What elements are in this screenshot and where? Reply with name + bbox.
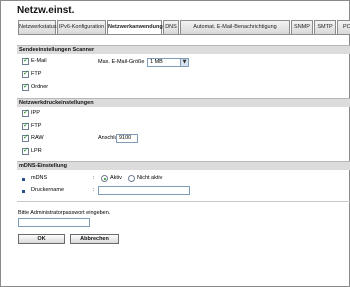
printer-name-input[interactable] bbox=[98, 186, 190, 195]
section-network-print-settings: Netzwerkdruckeinstellungen bbox=[17, 98, 350, 107]
max-email-size-label: Max. E-Mail-Größe bbox=[98, 59, 145, 65]
ok-button[interactable]: OK bbox=[18, 234, 65, 244]
print-ftp-label: FTP bbox=[31, 123, 42, 129]
mdns-label: mDNS bbox=[31, 175, 48, 181]
ipp-checkbox[interactable] bbox=[22, 108, 29, 117]
folder-checkbox[interactable] bbox=[22, 82, 29, 91]
admin-password-prompt: Bitte Administratorpasswort eingeben. bbox=[18, 210, 111, 216]
section-scanner-send-settings: Sendeeinstellungen Scanner bbox=[17, 45, 350, 54]
scan-ftp-checkbox[interactable] bbox=[22, 69, 29, 78]
max-email-size-value: 1 MB bbox=[150, 59, 163, 65]
tab-network-application[interactable]: Netzwerkanwendung bbox=[107, 20, 163, 35]
ipp-label: IPP bbox=[31, 110, 40, 116]
tab-network-status[interactable]: Netzwerkstatus bbox=[18, 20, 57, 34]
tab-smtp[interactable]: SMTP bbox=[314, 20, 336, 34]
raw-checkbox[interactable] bbox=[22, 133, 29, 142]
printer-name-separator: : bbox=[93, 187, 95, 193]
page-title: Netzw.einst. bbox=[17, 5, 75, 16]
mdns-separator: : bbox=[93, 175, 95, 181]
tab-underline bbox=[18, 34, 350, 35]
raw-label: RAW bbox=[31, 135, 44, 141]
cancel-button[interactable]: Abbrechen bbox=[70, 234, 119, 244]
tab-auto-email-notification[interactable]: Automat. E-Mail-Benachrichtigung bbox=[180, 20, 290, 34]
section-divider bbox=[17, 201, 350, 202]
section-mdns-settings: mDNS-Einstellung bbox=[17, 161, 350, 170]
mdns-inactive-radio[interactable] bbox=[128, 175, 135, 182]
port-input[interactable]: 9100 bbox=[116, 134, 138, 143]
mdns-bullet bbox=[22, 178, 25, 181]
settings-window: Netzw.einst. Netzwerkstatus IPv6-Konfigu… bbox=[0, 0, 350, 287]
mdns-inactive-label: Nicht aktiv bbox=[137, 175, 163, 181]
chevron-down-icon: ▼ bbox=[180, 59, 188, 66]
mdns-active-label: Aktiv bbox=[110, 175, 122, 181]
tab-snmp[interactable]: SNMP bbox=[291, 20, 313, 34]
email-label: E-Mail bbox=[31, 58, 47, 64]
tab-dns[interactable]: DNS bbox=[163, 20, 179, 34]
tab-ipv6-configuration[interactable]: IPv6-Konfiguration bbox=[57, 20, 106, 34]
print-ftp-checkbox[interactable] bbox=[22, 121, 29, 130]
lpr-label: LPR bbox=[31, 148, 42, 154]
printer-name-bullet bbox=[22, 190, 25, 193]
printer-name-label: Druckername bbox=[31, 187, 65, 193]
mdns-active-radio[interactable] bbox=[101, 175, 108, 182]
lpr-checkbox[interactable] bbox=[22, 146, 29, 155]
tab-more[interactable]: PO bbox=[337, 20, 350, 34]
tab-bar: Netzwerkstatus IPv6-Konfiguration Netzwe… bbox=[18, 20, 350, 35]
admin-password-input[interactable] bbox=[18, 218, 90, 227]
max-email-size-select[interactable]: 1 MB ▼ bbox=[147, 58, 189, 67]
folder-label: Ordner bbox=[31, 84, 49, 90]
scan-ftp-label: FTP bbox=[31, 71, 42, 77]
email-checkbox[interactable] bbox=[22, 56, 29, 65]
